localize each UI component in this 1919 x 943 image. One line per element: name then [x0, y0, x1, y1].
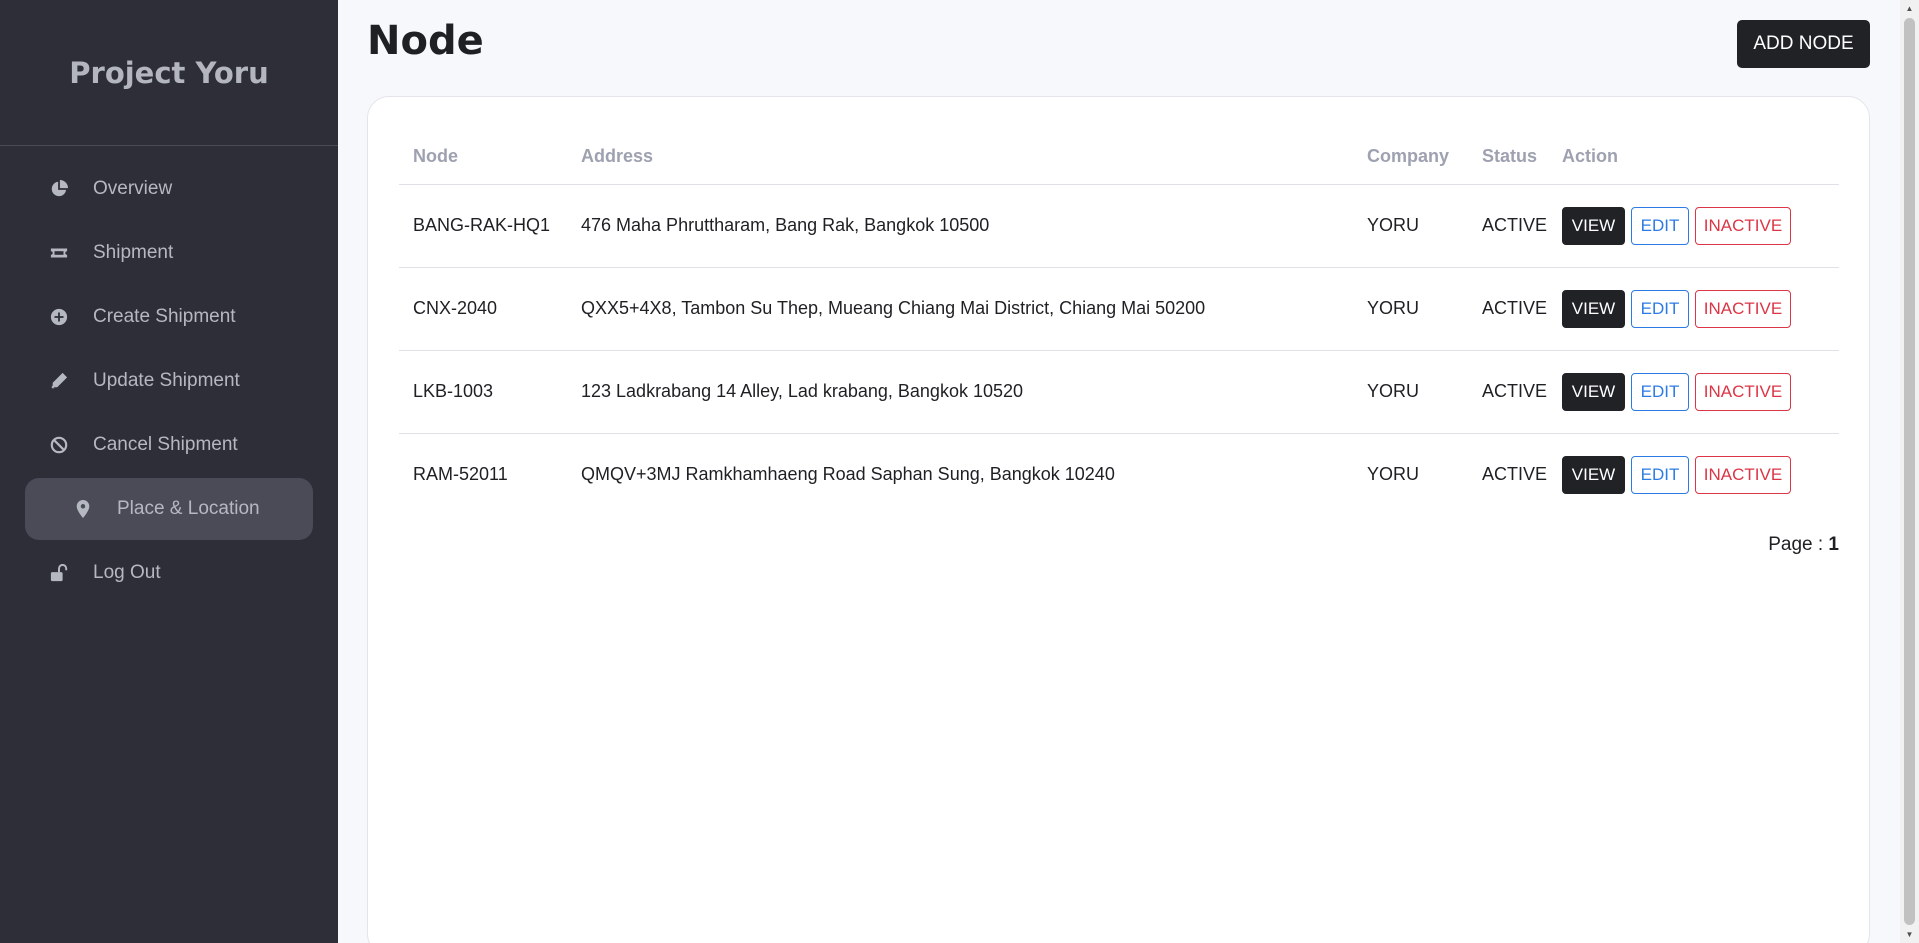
- cell-node: LKB-1003: [399, 350, 567, 434]
- cell-status: ACTIVE: [1482, 464, 1548, 485]
- pencil-icon: [49, 371, 69, 391]
- table-row: LKB-1003 123 Ladkrabang 14 Alley, Lad kr…: [399, 350, 1839, 434]
- sidebar-item-label: Shipment: [93, 242, 174, 263]
- plus-circle-icon: [49, 307, 69, 327]
- cell-status: ACTIVE: [1468, 350, 1548, 434]
- edit-button[interactable]: EDIT: [1631, 289, 1689, 328]
- sidebar-item-label: Cancel Shipment: [93, 434, 238, 455]
- edit-button[interactable]: EDIT: [1631, 455, 1689, 494]
- sidebar-item-label: Log Out: [93, 562, 161, 583]
- view-button[interactable]: VIEW: [1562, 206, 1625, 245]
- main-content: Node ADD NODE Node Address Company Statu…: [338, 0, 1900, 943]
- pie-chart-icon: [49, 179, 69, 199]
- view-button[interactable]: VIEW: [1562, 289, 1625, 328]
- sidebar: Project Yoru Overview Shipment Create Sh…: [0, 0, 338, 943]
- cell-company: YORU: [1353, 350, 1468, 434]
- cell-company: YORU: [1367, 464, 1420, 485]
- pagination-label: Page :: [1768, 534, 1824, 555]
- column-header-node: Node: [399, 129, 567, 185]
- inactive-button[interactable]: INACTIVE: [1695, 455, 1791, 494]
- table-row: BANG-RAK-HQ1 476 Maha Phruttharam, Bang …: [399, 184, 1839, 268]
- cell-status: ACTIVE: [1468, 184, 1548, 268]
- sidebar-item-overview[interactable]: Overview: [25, 158, 313, 220]
- scrollbar-thumb[interactable]: [1904, 18, 1915, 925]
- sidebar-item-update-shipment[interactable]: Update Shipment: [25, 350, 313, 412]
- inactive-button[interactable]: INACTIVE: [1695, 372, 1791, 411]
- column-header-address: Address: [567, 129, 1353, 185]
- column-header-status: Status: [1468, 129, 1548, 185]
- pagination: Page : 1: [1768, 534, 1839, 556]
- column-header-action: Action: [1548, 129, 1839, 185]
- inactive-button[interactable]: INACTIVE: [1695, 206, 1791, 245]
- node-table-card: Node Address Company Status Action BANG-…: [367, 96, 1870, 943]
- cell-company: YORU: [1353, 184, 1468, 268]
- sidebar-nav: Overview Shipment Create Shipment Update…: [0, 146, 338, 604]
- scroll-up-arrow-icon[interactable]: ▲: [1900, 0, 1919, 17]
- view-button[interactable]: VIEW: [1562, 372, 1625, 411]
- ticket-icon: [49, 243, 69, 263]
- edit-button[interactable]: EDIT: [1631, 372, 1689, 411]
- table-row: CNX-2040 QXX5+4X8, Tambon Su Thep, Muean…: [399, 267, 1839, 351]
- cell-status: ACTIVE: [1468, 267, 1548, 351]
- sidebar-item-shipment[interactable]: Shipment: [25, 222, 313, 284]
- cell-address: 123 Ladkrabang 14 Alley, Lad krabang, Ba…: [567, 350, 1353, 434]
- vertical-scrollbar[interactable]: ▲ ▼: [1900, 0, 1919, 943]
- node-table: Node Address Company Status Action BANG-…: [399, 129, 1839, 516]
- edit-button[interactable]: EDIT: [1631, 206, 1689, 245]
- cell-node: RAM-52011: [413, 464, 508, 485]
- app-title: Project Yoru: [0, 0, 338, 146]
- cell-node: CNX-2040: [399, 267, 567, 351]
- inactive-button[interactable]: INACTIVE: [1695, 289, 1791, 328]
- cell-actions: VIEW EDIT INACTIVE: [1548, 267, 1839, 351]
- add-node-button[interactable]: ADD NODE: [1737, 20, 1870, 68]
- cell-address: QMQV+3MJ Ramkhamhaeng Road Saphan Sung, …: [581, 464, 1115, 485]
- scroll-down-arrow-icon[interactable]: ▼: [1900, 926, 1919, 943]
- cell-node: BANG-RAK-HQ1: [399, 184, 567, 268]
- sidebar-item-place-location[interactable]: Place & Location: [25, 478, 313, 540]
- current-page: 1: [1828, 534, 1839, 555]
- sidebar-item-label: Place & Location: [117, 498, 260, 519]
- unlock-icon: [49, 563, 69, 583]
- sidebar-item-label: Overview: [93, 178, 173, 199]
- cell-company: YORU: [1353, 267, 1468, 351]
- map-pin-icon: [73, 499, 93, 519]
- table-header-row: Node Address Company Status Action: [399, 129, 1839, 185]
- sidebar-item-create-shipment[interactable]: Create Shipment: [25, 286, 313, 348]
- view-button[interactable]: VIEW: [1562, 455, 1625, 494]
- cell-actions: VIEW EDIT INACTIVE: [1548, 184, 1839, 268]
- column-header-company: Company: [1353, 129, 1468, 185]
- cell-actions: VIEW EDIT INACTIVE: [1548, 350, 1839, 434]
- cell-address: 476 Maha Phruttharam, Bang Rak, Bangkok …: [567, 184, 1353, 268]
- sidebar-item-log-out[interactable]: Log Out: [25, 542, 313, 604]
- sidebar-item-label: Update Shipment: [93, 370, 240, 391]
- cell-address: QXX5+4X8, Tambon Su Thep, Mueang Chiang …: [567, 267, 1353, 351]
- table-row: RAM-52011 QMQV+3MJ Ramkhamhaeng Road Sap…: [399, 433, 1839, 516]
- sidebar-item-label: Create Shipment: [93, 306, 236, 327]
- sidebar-item-cancel-shipment[interactable]: Cancel Shipment: [25, 414, 313, 476]
- cell-actions: VIEW EDIT INACTIVE: [1548, 433, 1839, 516]
- page-title: Node: [367, 18, 484, 64]
- ban-icon: [49, 435, 69, 455]
